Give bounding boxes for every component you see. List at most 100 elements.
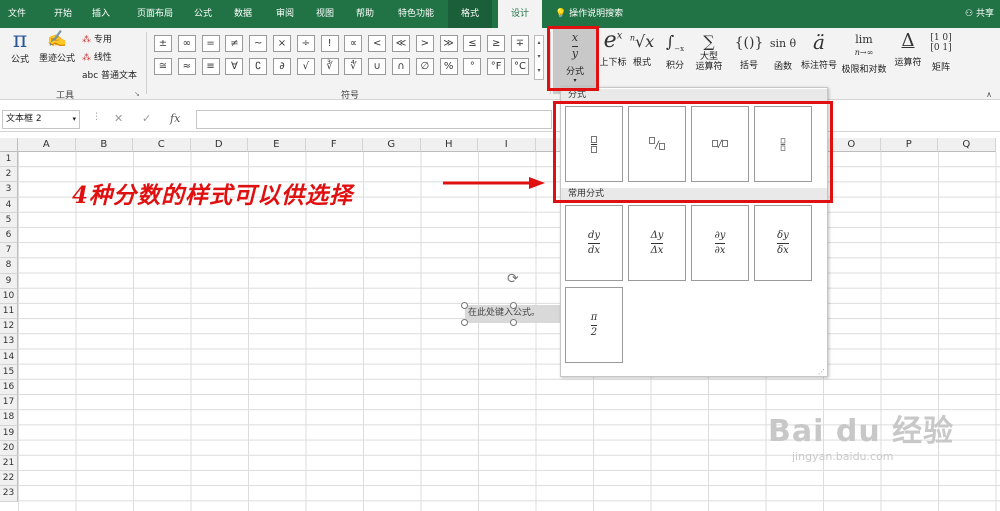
symbol-button[interactable]: ∂	[273, 58, 291, 75]
symbol-button[interactable]: ∞	[177, 35, 196, 52]
symbol-button[interactable]: ∀	[225, 58, 244, 75]
symbol-button[interactable]: ×	[273, 35, 291, 52]
symbol-button[interactable]: ÷	[296, 35, 315, 52]
symbol-button[interactable]: =	[201, 35, 220, 52]
large-operator-button[interactable]: ∑ 大型 运算符	[692, 30, 726, 73]
tab-home[interactable]: 开始	[48, 0, 78, 28]
row-header[interactable]: 7	[0, 243, 18, 259]
column-header[interactable]: C	[133, 138, 191, 152]
symbol-button[interactable]: ≫	[439, 35, 458, 52]
row-header[interactable]: 8	[0, 258, 18, 274]
column-header[interactable]: Q	[938, 138, 996, 152]
tab-data[interactable]: 数据	[228, 0, 258, 28]
symbol-button[interactable]: >	[415, 35, 434, 52]
symbol-button[interactable]: ≪	[392, 35, 410, 52]
row-header[interactable]: 19	[0, 425, 18, 441]
column-header[interactable]: F	[305, 138, 363, 152]
column-header[interactable]: G	[363, 138, 421, 152]
name-box[interactable]: 文本框 2 ▾	[2, 110, 80, 129]
column-header[interactable]: P	[880, 138, 938, 152]
row-header[interactable]: 11	[0, 304, 18, 320]
column-header[interactable]: B	[75, 138, 133, 152]
row-header[interactable]: 6	[0, 228, 18, 244]
symbols-scroll[interactable]: ▴ ▾ ▾	[534, 35, 544, 80]
resize-handle[interactable]	[461, 302, 468, 309]
matrix-button[interactable]: [1 0] [0 1] 矩阵	[926, 30, 956, 73]
column-header[interactable]: D	[190, 138, 248, 152]
common-fraction-small-delta[interactable]: δy δx	[754, 205, 812, 281]
accent-button[interactable]: ä 标注符号	[800, 30, 838, 71]
resize-handle[interactable]	[510, 319, 517, 326]
row-header[interactable]: 9	[0, 273, 18, 289]
row-header[interactable]: 18	[0, 410, 18, 426]
symbol-button[interactable]: ∅	[415, 58, 434, 75]
symbol-button[interactable]: ≅	[154, 58, 172, 75]
tab-page-layout[interactable]: 页面布局	[130, 0, 180, 28]
symbol-button[interactable]: ∪	[368, 58, 387, 75]
symbol-button[interactable]: ±	[154, 35, 172, 52]
symbol-button[interactable]: ~	[249, 35, 268, 52]
tab-view[interactable]: 视图	[310, 0, 340, 28]
common-fraction-dy-dx[interactable]: dy dx	[565, 205, 623, 281]
ink-equation-button[interactable]: ✍ 墨迹公式	[38, 31, 76, 65]
common-fraction-pi-2[interactable]: π2	[565, 287, 623, 363]
row-header[interactable]: 15	[0, 364, 18, 380]
symbol-button[interactable]: °C	[511, 58, 529, 75]
tab-file[interactable]: 文件	[2, 0, 32, 28]
symbol-button[interactable]: ≤	[463, 35, 482, 52]
symbol-button[interactable]: ≠	[225, 35, 244, 52]
symbol-button[interactable]: ∜	[344, 58, 363, 75]
column-header[interactable]: I	[478, 138, 536, 152]
column-header[interactable]: H	[420, 138, 478, 152]
resize-grip-icon[interactable]: ⋰	[818, 368, 825, 376]
tab-design[interactable]: 设计	[498, 0, 542, 28]
row-header[interactable]: 5	[0, 212, 18, 228]
row-header[interactable]: 23	[0, 486, 18, 502]
tab-special[interactable]: 特色功能	[392, 0, 440, 28]
symbol-button[interactable]: ≡	[201, 58, 220, 75]
tab-help[interactable]: 帮助	[350, 0, 380, 28]
integral-button[interactable]: ∫−x 积分	[660, 30, 690, 71]
bracket-button[interactable]: {()} 括号	[732, 30, 766, 71]
rotate-handle-icon[interactable]: ⟳	[507, 271, 519, 287]
dialog-launcher-icon[interactable]: ↘	[134, 90, 140, 98]
script-button[interactable]: ex 上下标	[598, 30, 628, 69]
select-all-corner[interactable]	[0, 138, 18, 152]
symbol-button[interactable]: ∁	[249, 58, 268, 75]
common-fraction-partial[interactable]: ∂y ∂x	[691, 205, 749, 281]
row-header[interactable]: 17	[0, 395, 18, 411]
enter-check-icon[interactable]: ✓	[142, 112, 151, 125]
symbol-button[interactable]: ≥	[487, 35, 506, 52]
symbol-button[interactable]: √	[296, 58, 315, 75]
symbol-button[interactable]: !	[320, 35, 339, 52]
symbol-button[interactable]: %	[439, 58, 458, 75]
symbol-button[interactable]: <	[368, 35, 387, 52]
limit-log-button[interactable]: lim n→∞ 极限和对数	[838, 30, 890, 75]
row-header[interactable]: 10	[0, 288, 18, 304]
symbol-button[interactable]: ∝	[344, 35, 363, 52]
equation-button[interactable]: π 公式	[6, 30, 34, 66]
share-button[interactable]: ⚇ 共享	[965, 0, 994, 28]
resize-handle[interactable]	[510, 302, 517, 309]
function-button[interactable]: sin θ 函数	[768, 30, 798, 72]
resize-handle[interactable]	[461, 319, 468, 326]
insert-function-icon[interactable]: fx	[170, 112, 180, 125]
row-header[interactable]: 13	[0, 334, 18, 350]
tab-review[interactable]: 审阅	[270, 0, 300, 28]
row-header[interactable]: 12	[0, 319, 18, 335]
column-header[interactable]: A	[18, 138, 76, 152]
row-header[interactable]: 2	[0, 167, 18, 183]
symbol-button[interactable]: ∓	[511, 35, 529, 52]
common-fraction-delta[interactable]: Δy Δx	[628, 205, 686, 281]
row-header[interactable]: 4	[0, 197, 18, 213]
column-header[interactable]: E	[248, 138, 306, 152]
cancel-icon[interactable]: ✕	[114, 112, 123, 125]
symbol-button[interactable]: °F	[487, 58, 506, 75]
tab-formulas[interactable]: 公式	[188, 0, 218, 28]
collapse-ribbon-icon[interactable]: ∧	[986, 90, 992, 99]
row-header[interactable]: 20	[0, 440, 18, 456]
row-header[interactable]: 3	[0, 182, 18, 198]
professional-button[interactable]: ⁂ 专用	[82, 32, 112, 45]
row-header[interactable]: 16	[0, 380, 18, 396]
tab-insert[interactable]: 插入	[86, 0, 116, 28]
